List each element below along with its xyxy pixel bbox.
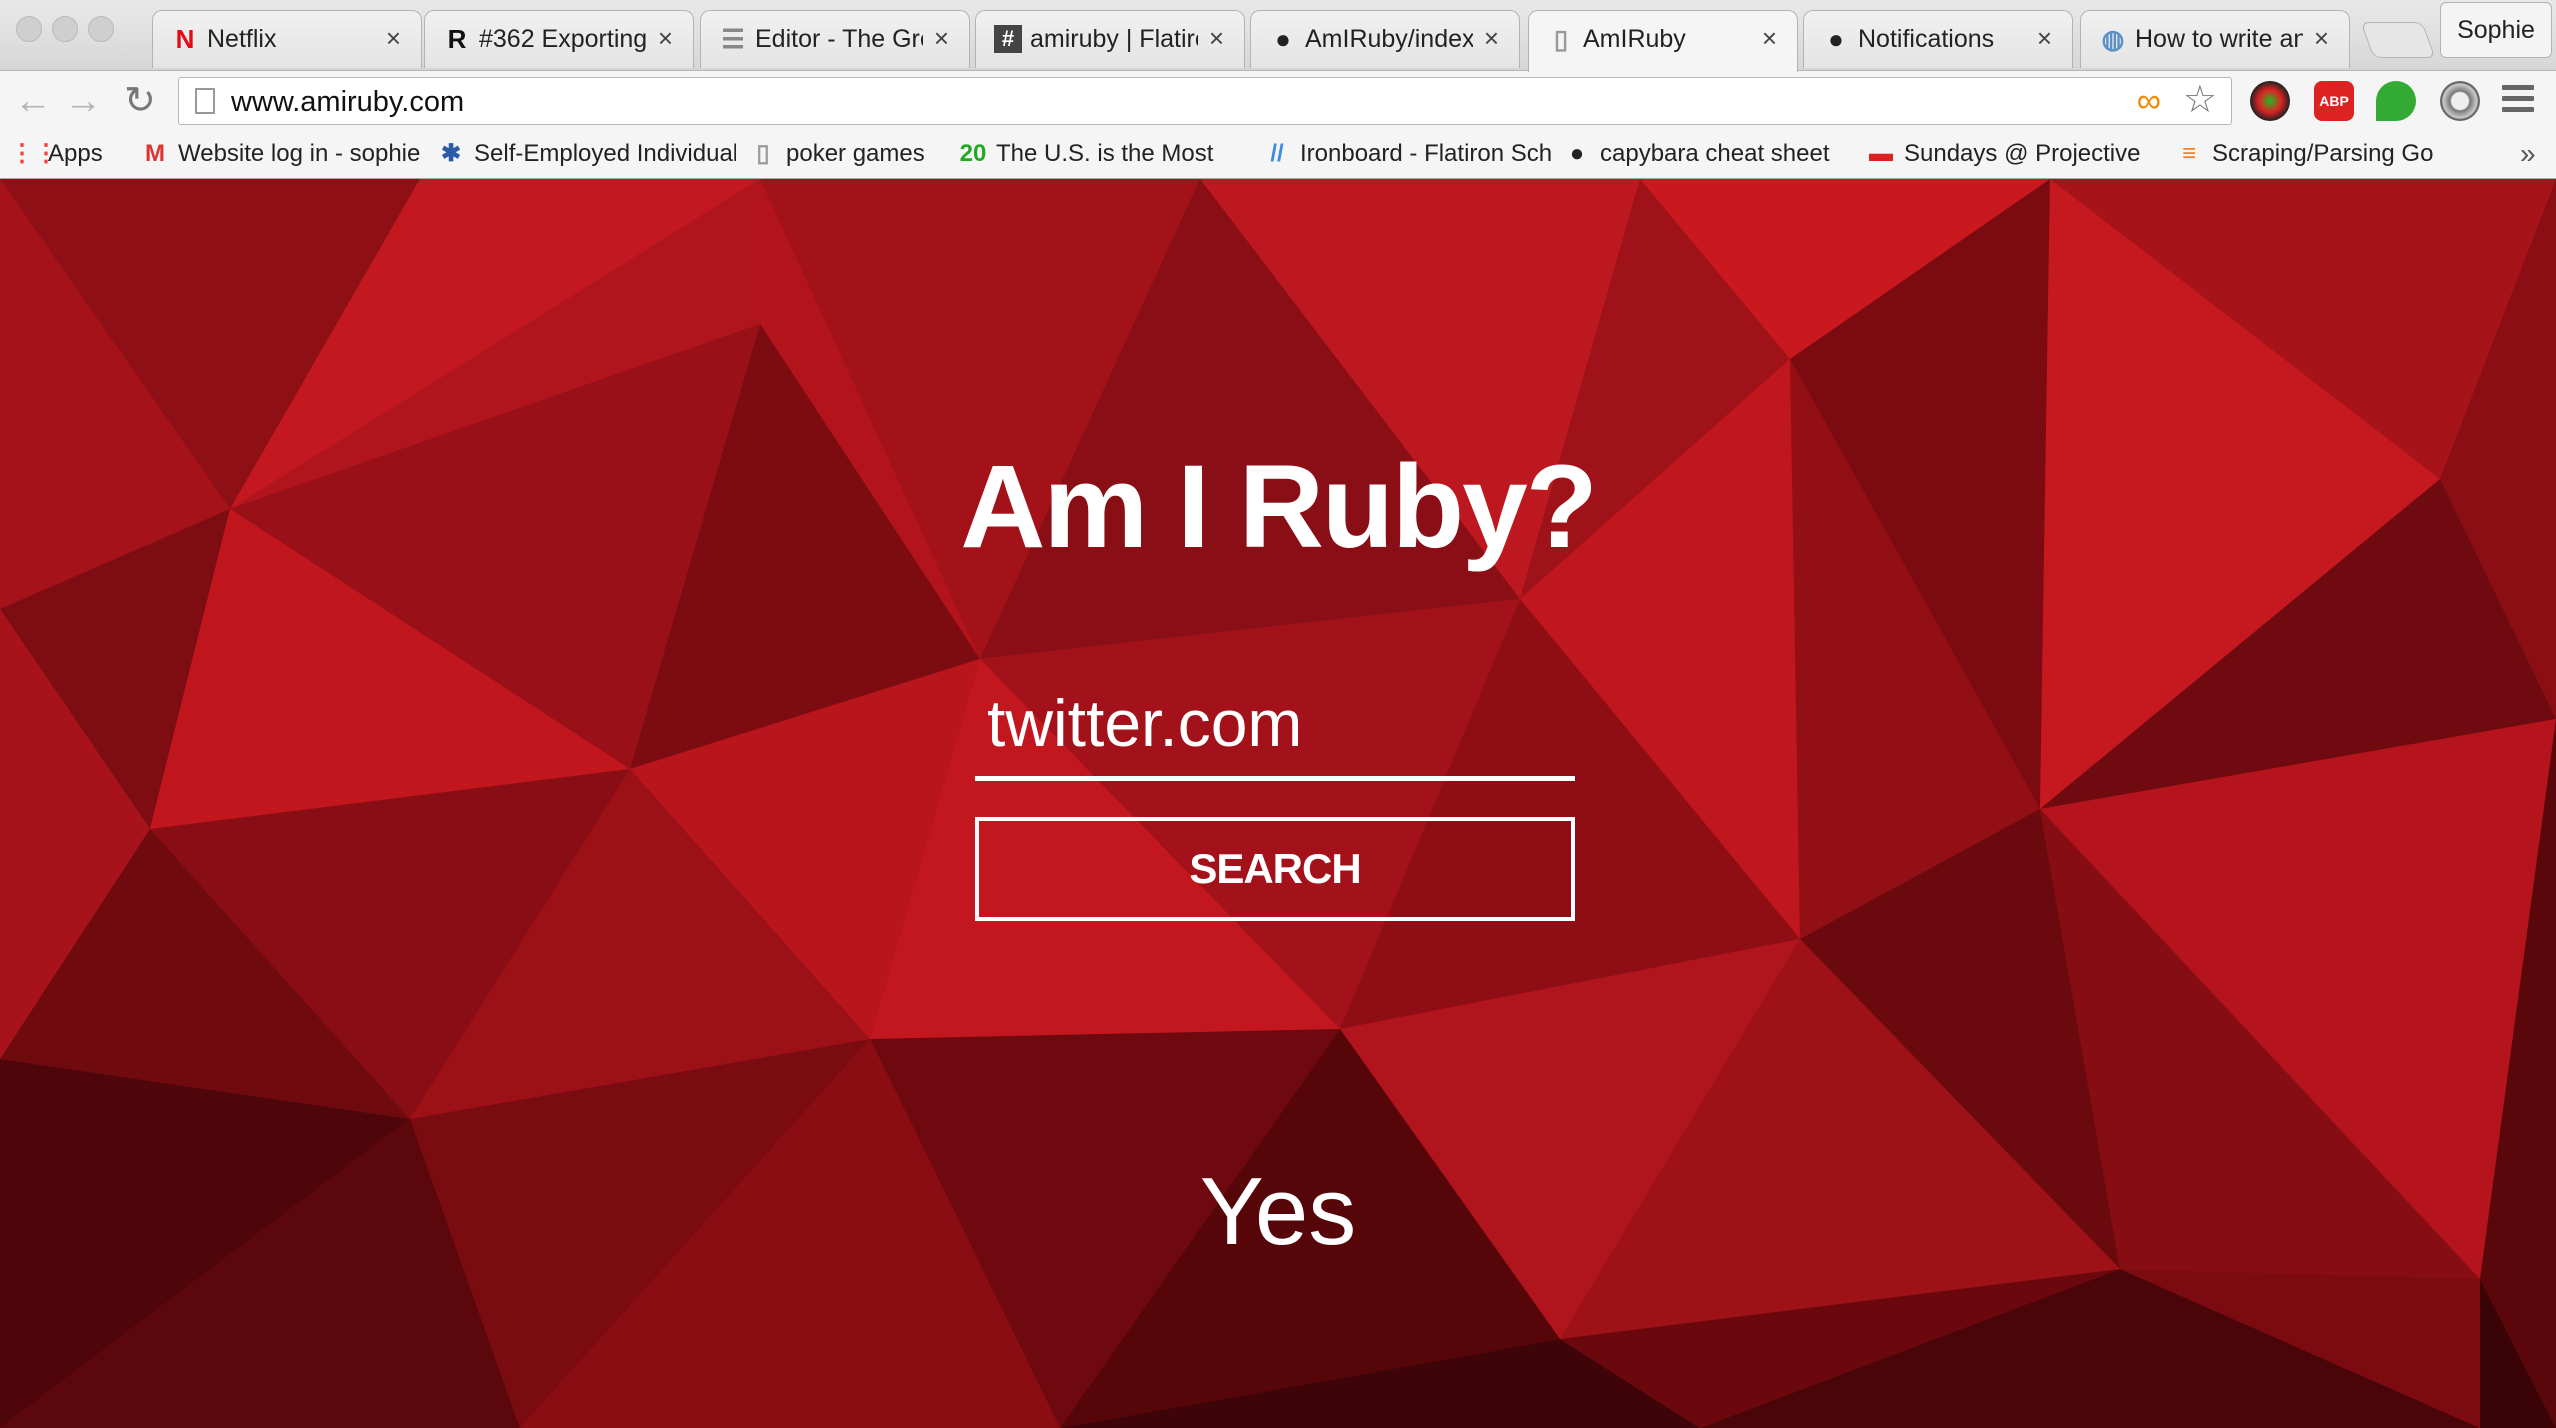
bookmark-item[interactable]: ▬ Sundays @ Projective (1866, 136, 2156, 172)
bookmark-item[interactable]: ▯ poker games (748, 136, 938, 172)
forward-icon[interactable]: → (64, 79, 102, 123)
profile-button[interactable]: Sophie (2440, 2, 2552, 58)
bookmark-label: Scraping/Parsing Go (2212, 140, 2434, 167)
minimize-window-button[interactable] (52, 16, 78, 42)
document-lines-icon: ☰ (721, 24, 745, 54)
browser-tab[interactable]: N Netflix × (152, 10, 422, 68)
bookmark-item[interactable]: ≡ Scraping/Parsing Go (2174, 136, 2454, 172)
chrome-menu-icon[interactable] (2502, 85, 2534, 118)
infinity-extension-icon[interactable]: ∞ (2137, 84, 2161, 118)
blank-page-icon: ▯ (756, 140, 770, 167)
twenty-icon: 20 (959, 140, 987, 167)
close-tab-icon[interactable]: × (1209, 23, 1224, 53)
search-button[interactable]: SEARCH (975, 817, 1575, 921)
search-form: SEARCH (975, 669, 1575, 975)
close-tab-icon[interactable]: × (1762, 23, 1777, 53)
tab-title: How to write an (2135, 25, 2303, 53)
close-tab-icon[interactable]: × (2314, 23, 2329, 53)
ironboard-icon: // (1270, 140, 1284, 167)
tab-title: #362 Exporting CSV (479, 25, 647, 53)
github-icon: ● (1828, 24, 1844, 54)
globe-icon: ◍ (2101, 24, 2125, 54)
bookmarks-bar: ⋮⋮Apps M Website log in - sophie ✱ Self-Empl… (0, 132, 2556, 179)
browser-tab[interactable]: ☰ Editor - The Great × (700, 10, 970, 68)
blank-page-icon: ▯ (1553, 24, 1569, 54)
bookmark-label: capybara cheat sheet (1600, 140, 1830, 167)
netflix-icon: N (175, 24, 195, 54)
more-bookmarks-icon[interactable]: » (2520, 136, 2536, 172)
url-text[interactable]: www.amiruby.com (231, 86, 464, 118)
bookmark-item[interactable]: 20 The U.S. is the Most (958, 136, 1248, 172)
result-text: Yes (1199, 1158, 1357, 1265)
new-tab-button[interactable] (2360, 22, 2436, 58)
close-tab-icon[interactable]: × (2037, 23, 2052, 53)
stackoverflow-icon: ≡ (2181, 140, 2196, 167)
railscasts-icon: R (447, 24, 467, 54)
browser-tab[interactable]: R #362 Exporting CSV × (424, 10, 694, 68)
domain-search-input[interactable] (975, 669, 1575, 781)
browser-tab[interactable]: ▯ AmIRuby × (1528, 10, 1798, 72)
bookmark-label: The U.S. is the Most (996, 140, 1214, 167)
film-reel-extension-icon[interactable] (2440, 81, 2480, 121)
browser-toolbar: ← → ↻ www.amiruby.com ∞ ☆ ABP (0, 70, 2556, 133)
page-content: Am I Ruby? SEARCH Yes (0, 179, 2556, 1428)
browser-tab[interactable]: # amiruby | Flatiron × (975, 10, 1245, 68)
close-tab-icon[interactable]: × (386, 23, 401, 53)
bookmark-label: Self-Employed Individuals (474, 140, 736, 167)
bookmark-label: Apps (48, 140, 103, 167)
close-tab-icon[interactable]: × (1484, 23, 1499, 53)
close-tab-icon[interactable]: × (658, 23, 673, 53)
color-picker-extension-icon[interactable] (2250, 81, 2290, 121)
github-icon: ● (1569, 140, 1585, 167)
maximize-window-button[interactable] (88, 16, 114, 42)
bookmark-item[interactable]: // Ironboard - Flatiron School (1262, 136, 1552, 172)
close-tab-icon[interactable]: × (934, 23, 949, 53)
bookmark-label: Ironboard - Flatiron School (1300, 140, 1552, 167)
bookmark-label: Sundays @ Projective (1904, 140, 2141, 167)
hangouts-icon[interactable] (2376, 81, 2416, 121)
gmail-icon: M (145, 140, 165, 167)
irs-icon: ✱ (440, 140, 462, 167)
tab-title: Notifications (1858, 25, 1995, 53)
tab-title: Netflix (207, 25, 277, 53)
browser-tab[interactable]: ● Notifications × (1803, 10, 2073, 68)
github-icon: ● (1275, 24, 1291, 54)
page-icon (195, 88, 215, 114)
browser-tab[interactable]: ◍ How to write an × (2080, 10, 2350, 68)
adblock-plus-icon[interactable]: ABP (2314, 81, 2354, 121)
bookmark-item[interactable]: ⋮⋮Apps (10, 136, 120, 172)
bookmark-item[interactable]: ● capybara cheat sheet (1562, 136, 1852, 172)
browser-tab[interactable]: ● AmIRuby/index. × (1250, 10, 1520, 68)
projective-icon: ▬ (1869, 140, 1893, 167)
tab-title: amiruby | Flatiron (1030, 25, 1198, 53)
slack-hash-icon: # (994, 25, 1022, 53)
tab-strip: N Netflix × R #362 Exporting CSV × ☰ Editor - T… (0, 0, 2556, 72)
bookmark-label: Website log in - sophie (178, 140, 420, 167)
bookmark-item[interactable]: M Website log in - sophie (140, 136, 420, 172)
reload-icon[interactable]: ↻ (124, 79, 156, 123)
back-icon[interactable]: ← (14, 79, 52, 123)
bookmark-item[interactable]: ✱ Self-Employed Individuals (436, 136, 736, 172)
close-window-button[interactable] (16, 16, 42, 42)
tab-title: AmIRuby (1583, 25, 1686, 53)
bookmark-star-icon[interactable]: ☆ (2183, 81, 2217, 119)
bookmark-label: poker games (786, 140, 925, 167)
tab-title: Editor - The Great (755, 25, 923, 53)
tab-title: AmIRuby/index. (1305, 25, 1473, 53)
page-title: Am I Ruby? (960, 441, 1598, 573)
address-bar[interactable]: www.amiruby.com ∞ ☆ (178, 77, 2232, 125)
apps-grid-icon: ⋮⋮ (10, 140, 58, 167)
